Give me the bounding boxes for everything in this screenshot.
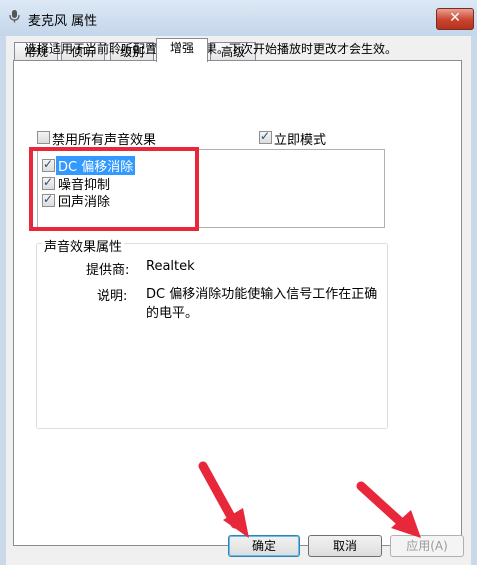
provider-value: Realtek [146,259,195,274]
microphone-icon [9,10,20,23]
immediate-mode-checkbox[interactable] [259,129,272,144]
window-title: 麦克风 属性 [28,14,98,29]
disable-all-checkbox[interactable] [37,131,50,144]
enhancements-description: 选择适用于当前聆听配置的声音效果。下次开始播放时更改才会生效。 [25,42,398,56]
annotation-arrow-apply [356,481,421,538]
annotation-arrow-ok [198,461,249,538]
description-label: 说明: [97,289,128,304]
close-button[interactable]: ✕ [436,8,474,30]
tab-enhancements[interactable]: 增强 [156,38,208,62]
immediate-mode-label: 立即模式 [274,133,327,148]
close-icon: ✕ [449,10,461,26]
annotation-highlight-box [29,147,199,231]
title-bar: 麦克风 属性 ✕ [0,0,477,36]
disable-all-label: 禁用所有声音效果 [52,133,157,148]
description-value: DC 偏移消除功能使输入信号工作在正确的电平。 [146,287,378,321]
provider-label: 提供商: [86,263,130,278]
properties-group-title: 声音效果属性 [42,236,125,255]
